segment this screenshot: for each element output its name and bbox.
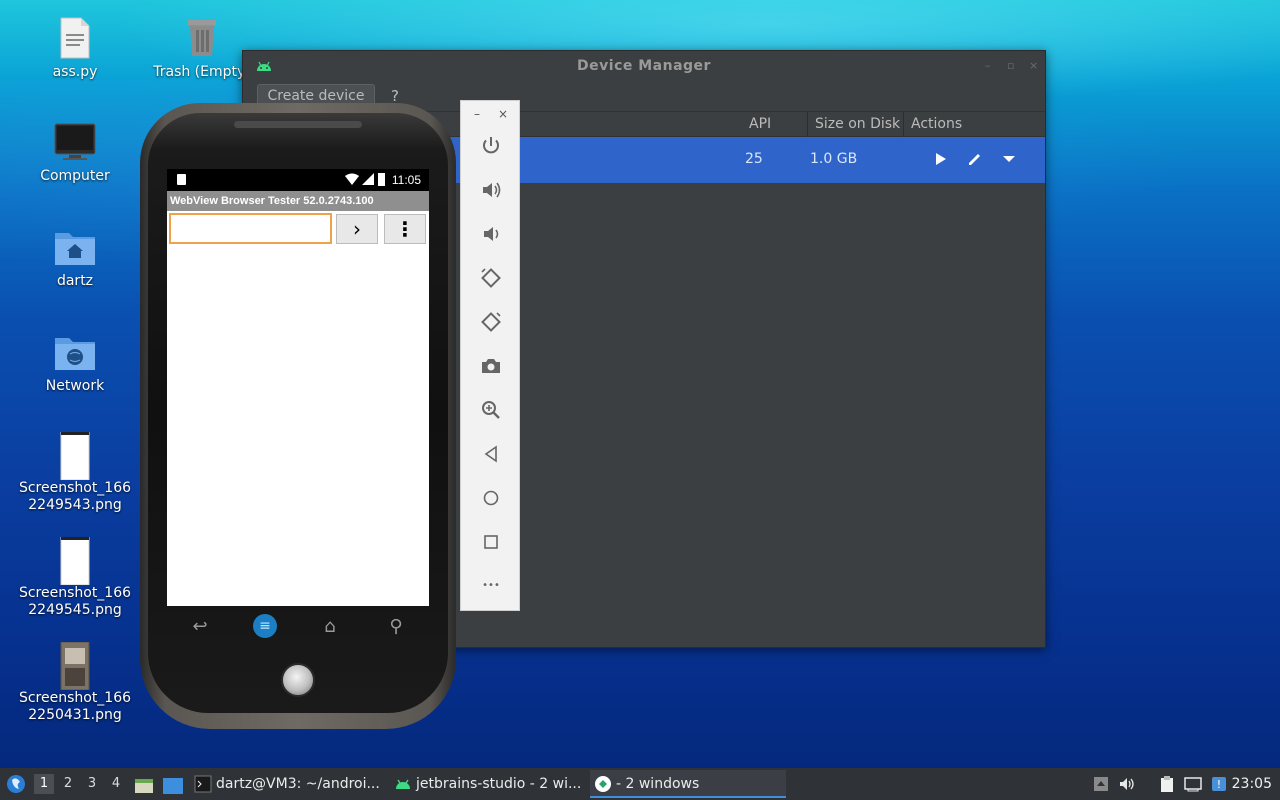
image-file-icon <box>53 431 97 481</box>
power-icon[interactable] <box>479 134 503 158</box>
desktop-icon-label: 2249545.png <box>28 602 122 618</box>
column-header-api[interactable]: API <box>749 116 771 132</box>
window-title: Device Manager <box>577 58 711 74</box>
task-terminal[interactable]: dartz@VM3: ~/androi... <box>190 770 386 798</box>
rotate-right-icon[interactable] <box>479 310 503 334</box>
desktop-icon-ass-py[interactable]: ass.py <box>15 16 135 81</box>
back-icon[interactable]: ↩ <box>189 616 211 638</box>
launch-device-icon[interactable] <box>931 149 951 169</box>
trash-icon <box>180 16 224 60</box>
camera-icon[interactable] <box>479 354 503 378</box>
status-bar: 11:05 <box>167 169 429 191</box>
home-folder-icon <box>53 225 97 269</box>
overflow-menu-button[interactable]: ⋮ <box>384 214 426 244</box>
workspace-1[interactable]: 1 <box>34 774 54 794</box>
url-input-box[interactable] <box>169 213 332 244</box>
desktop-icon-label: ass.py <box>52 64 98 80</box>
desktop-icon-screenshot-3[interactable]: Screenshot_166 2250431.png <box>15 641 135 724</box>
desktop-icon-screenshot-1[interactable]: Screenshot_166 2249543.png <box>15 431 135 514</box>
desktop-icon-dartz[interactable]: dartz <box>15 225 135 290</box>
image-file-icon <box>53 641 97 691</box>
sd-card-icon <box>177 174 186 185</box>
workspace-4[interactable]: 4 <box>106 774 126 794</box>
column-header-size[interactable]: Size on Disk <box>815 116 900 132</box>
more-icon[interactable]: ••• <box>479 574 503 598</box>
device-size: 1.0 GB <box>810 151 858 167</box>
computer-icon <box>53 120 97 164</box>
trackball-button[interactable] <box>281 663 315 697</box>
column-header-actions: Actions <box>911 116 963 132</box>
overview-icon[interactable] <box>479 530 503 554</box>
desktop-icon-label: 2250431.png <box>28 707 122 723</box>
svg-text:!: ! <box>1217 778 1221 791</box>
phone-nav-keys: ↩ ≡ ⌂ ⚲ <box>167 608 429 648</box>
device-manager-titlebar[interactable]: Device Manager – ▫ × <box>243 51 1045 81</box>
desktop-icon-label: Screenshot_166 <box>18 690 132 706</box>
desktop-icon-label: Screenshot_166 <box>18 480 132 496</box>
desktop-icon-label: 2249543.png <box>28 497 122 513</box>
column-separator <box>903 112 904 138</box>
wifi-icon <box>345 173 359 185</box>
volume-down-icon[interactable] <box>479 222 503 246</box>
search-icon[interactable]: ⚲ <box>385 616 407 638</box>
task-emulator[interactable]: - 2 windows <box>590 770 786 798</box>
image-file-icon <box>53 536 97 586</box>
home-key-icon[interactable]: ⌂ <box>319 616 341 638</box>
desktop-icon-label: Computer <box>40 168 110 184</box>
url-input[interactable] <box>171 215 330 242</box>
desktop-icon-label: Network <box>45 378 105 394</box>
rotate-left-icon[interactable] <box>479 266 503 290</box>
go-button[interactable]: › <box>336 214 378 244</box>
emulator-toolbar: – × ••• <box>460 100 520 611</box>
zoom-icon[interactable] <box>479 398 503 422</box>
close-icon[interactable]: × <box>1029 59 1041 72</box>
phone-speaker <box>234 121 362 128</box>
task-android-studio[interactable]: jetbrains-studio - 2 wi... <box>390 770 586 798</box>
column-separator <box>807 112 808 138</box>
close-icon[interactable]: × <box>498 107 508 121</box>
clock: 23:05 <box>1231 776 1272 792</box>
start-menu-icon[interactable] <box>6 774 26 794</box>
desktop-icon-screenshot-2[interactable]: Screenshot_166 2249545.png <box>15 536 135 619</box>
app-title-bar: WebView Browser Tester 52.0.2743.100 <box>167 191 429 211</box>
minimize-icon[interactable]: – <box>474 107 480 121</box>
volume-icon[interactable] <box>1118 775 1136 793</box>
taskbar: 1 2 3 4 dartz@VM3: ~/androi... jetbrains… <box>0 768 1280 800</box>
back-icon[interactable] <box>479 442 503 466</box>
network-icon[interactable] <box>1184 775 1202 793</box>
desktop-icon-network[interactable]: Network <box>15 330 135 395</box>
chevron-down-icon[interactable] <box>999 149 1019 169</box>
workspace-2[interactable]: 2 <box>58 774 78 794</box>
task-label: - 2 windows <box>616 776 700 792</box>
python-file-icon <box>53 16 97 60</box>
battery-icon <box>378 173 385 186</box>
show-desktop-icon[interactable] <box>162 775 184 794</box>
maximize-icon[interactable]: ▫ <box>1007 59 1019 72</box>
edit-device-icon[interactable] <box>965 149 985 169</box>
phone-emulator: 11:05 WebView Browser Tester 52.0.2743.1… <box>140 103 456 729</box>
home-icon[interactable] <box>479 486 503 510</box>
tray-up-arrow-icon[interactable] <box>1092 775 1110 793</box>
phone-screen[interactable]: 11:05 WebView Browser Tester 52.0.2743.1… <box>167 169 429 606</box>
task-label: jetbrains-studio - 2 wi... <box>416 776 582 792</box>
android-icon <box>394 775 412 793</box>
file-manager-icon[interactable] <box>134 775 154 793</box>
terminal-icon <box>194 775 212 793</box>
clipboard-icon[interactable] <box>1158 775 1176 793</box>
desktop-icon-computer[interactable]: Computer <box>15 120 135 185</box>
workspace-3[interactable]: 3 <box>82 774 102 794</box>
notification-icon[interactable]: ! <box>1210 775 1228 793</box>
menu-key-icon[interactable]: ≡ <box>253 614 277 638</box>
minimize-icon[interactable]: – <box>985 59 997 72</box>
volume-up-icon[interactable] <box>479 178 503 202</box>
network-folder-icon <box>53 330 97 374</box>
emulator-icon <box>594 775 612 793</box>
device-api: 25 <box>745 151 763 167</box>
desktop-icon-label: dartz <box>56 273 94 289</box>
status-time: 11:05 <box>391 173 421 187</box>
signal-icon <box>362 173 374 185</box>
desktop-icon-label: Screenshot_166 <box>18 585 132 601</box>
task-label: dartz@VM3: ~/androi... <box>216 776 380 792</box>
